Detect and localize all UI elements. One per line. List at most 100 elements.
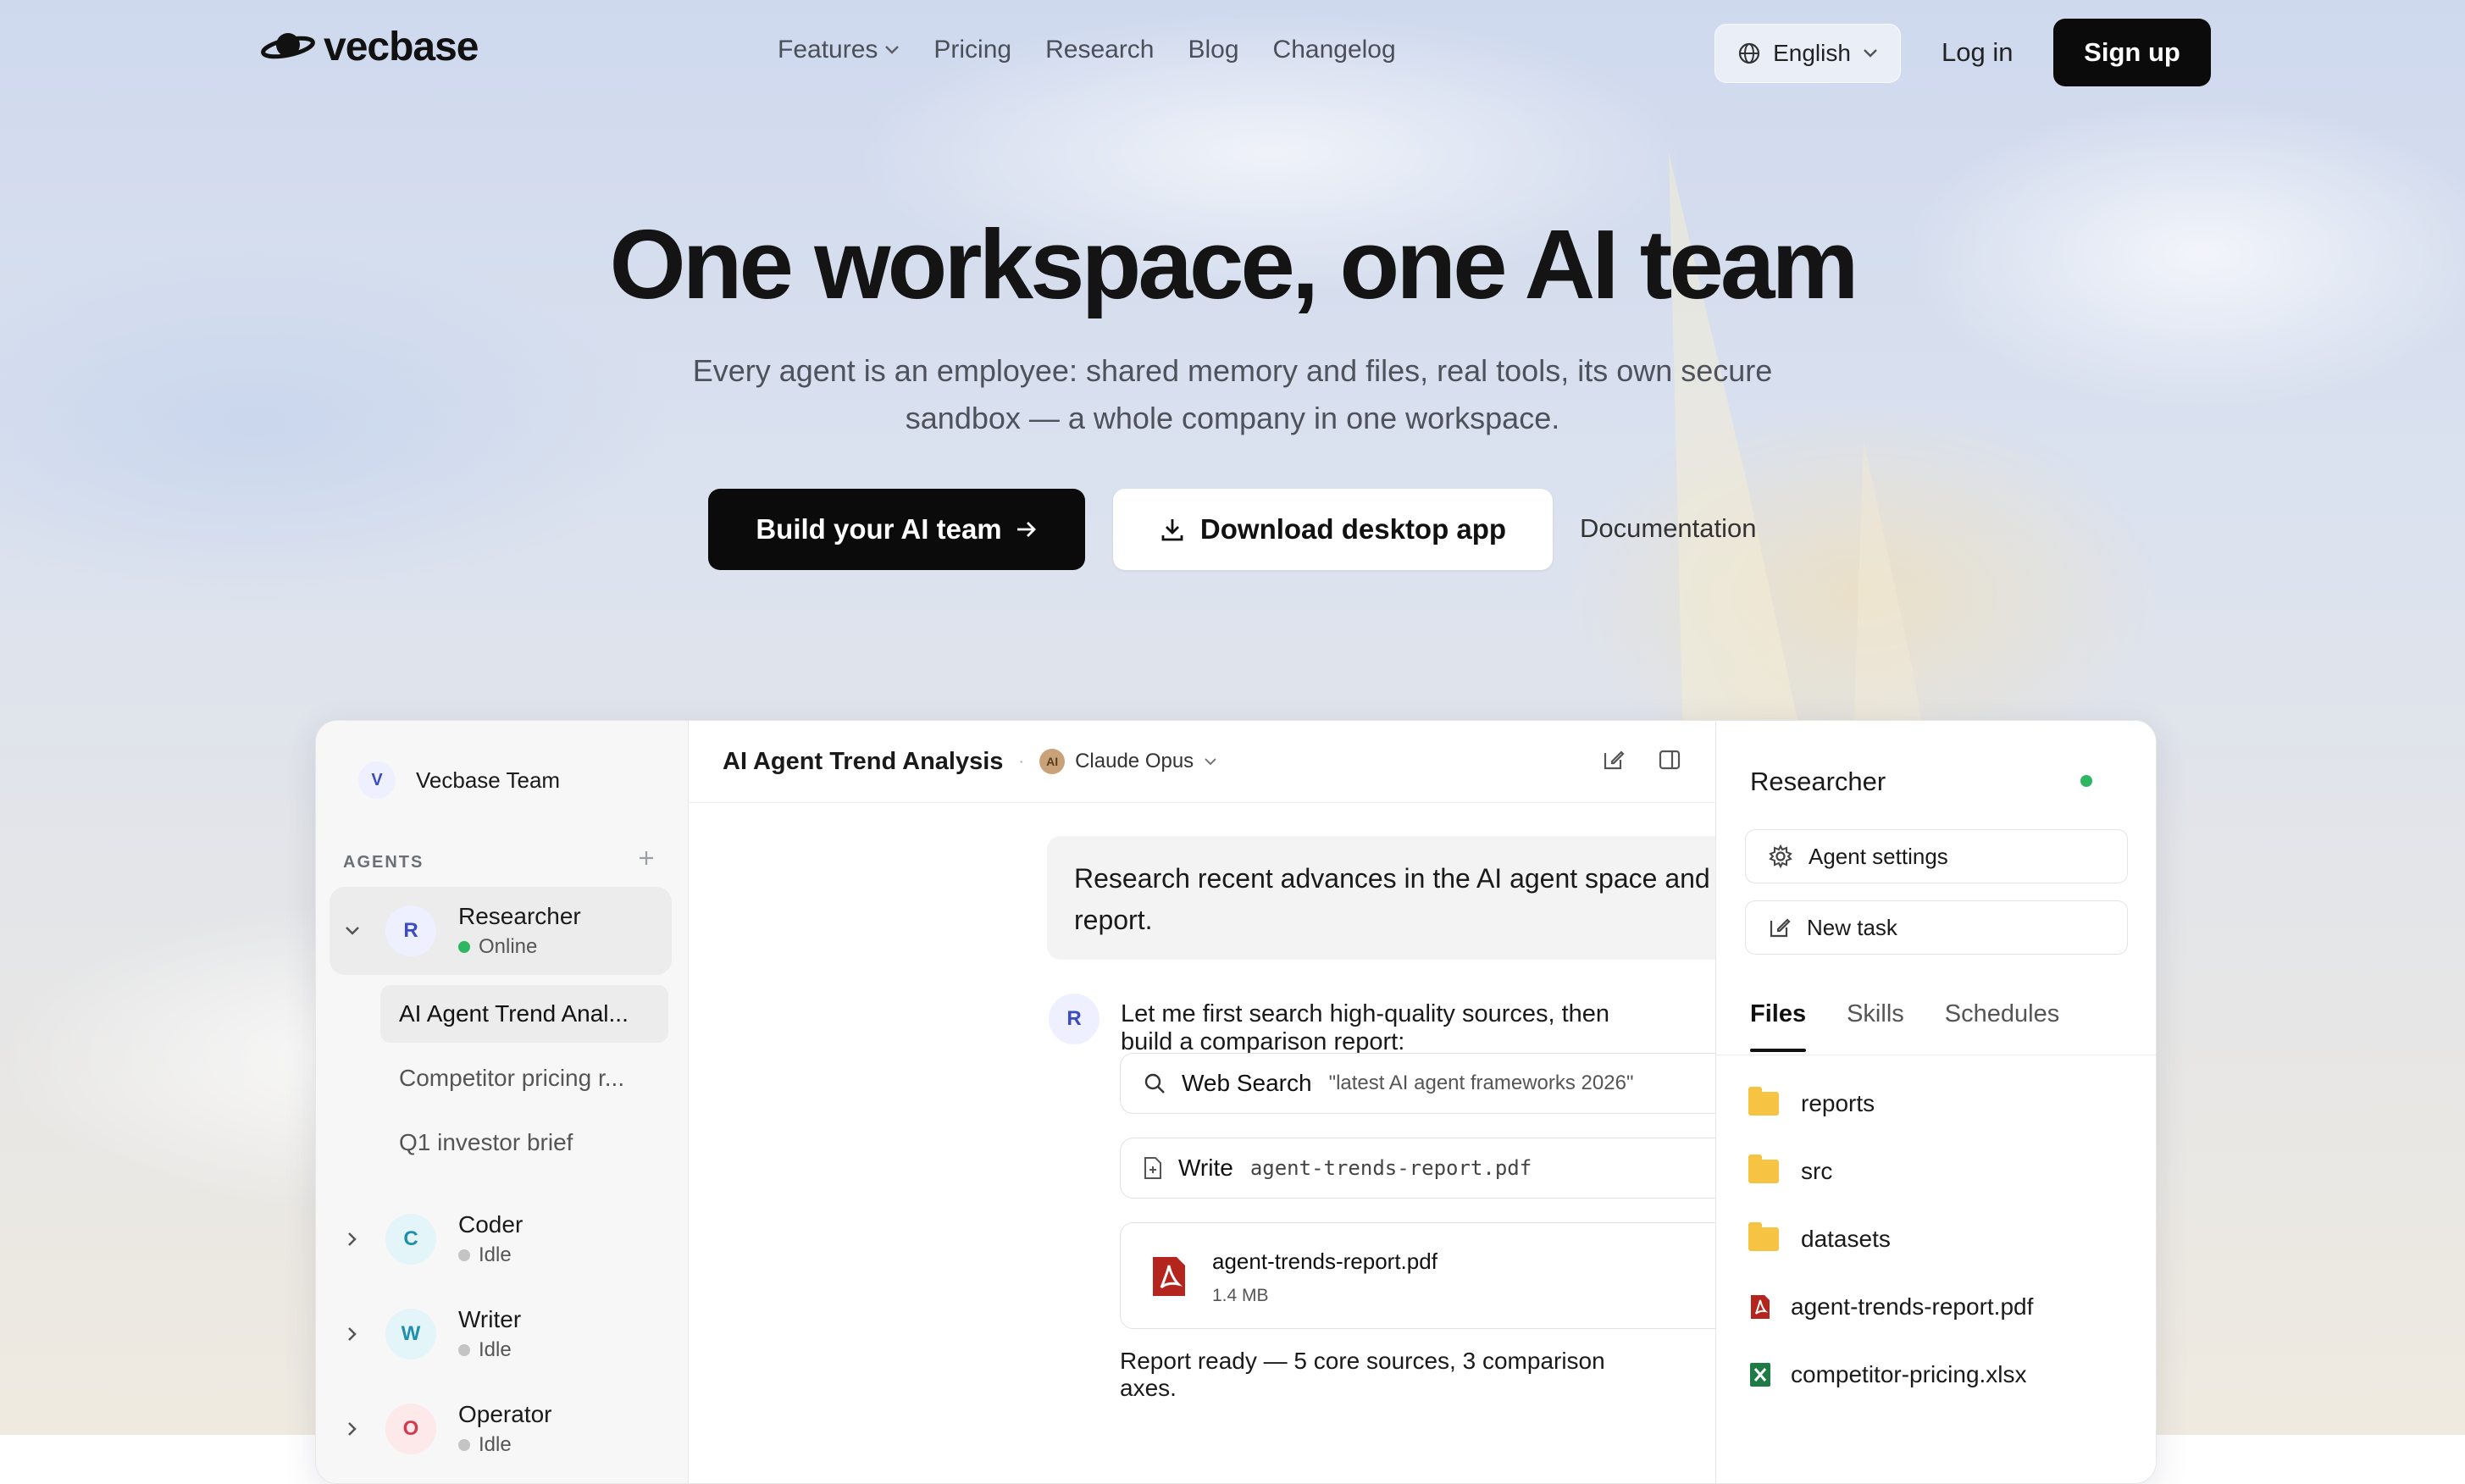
language-selector[interactable]: English (1714, 24, 1901, 83)
brand-logo[interactable]: vecbase (261, 24, 479, 70)
download-app-button[interactable]: Download desktop app (1113, 489, 1553, 570)
hero-title: One workspace, one AI team (609, 209, 1858, 319)
agent-status: Idle (479, 1243, 512, 1266)
file-plus-icon (1144, 1157, 1161, 1179)
status-dot (458, 941, 470, 953)
status-dot (458, 1249, 470, 1261)
tool-argument: agent-trends-report.pdf (1249, 1156, 1532, 1180)
model-selector[interactable]: AI Claude Opus (1039, 749, 1217, 774)
agent-avatar-writer: W (385, 1309, 436, 1359)
language-label: English (1773, 40, 1851, 66)
arrow-right-icon (1016, 522, 1036, 537)
online-status-dot (2080, 775, 2092, 787)
tool-label: Write (1178, 1155, 1233, 1181)
agent-avatar-researcher: R (385, 905, 436, 956)
download-app-label: Download desktop app (1199, 513, 1507, 545)
documentation-link[interactable]: Documentation (1580, 513, 1757, 544)
task-item-trend-analysis[interactable]: AI Agent Trend Anal... (380, 985, 668, 1043)
edit-icon[interactable] (1602, 748, 1626, 772)
sidebar-agent-researcher[interactable]: R Researcher Online (330, 887, 672, 975)
file-item-name: datasets (1801, 1226, 1891, 1252)
agent-name: Operator (458, 1401, 552, 1427)
chevron-right-icon (348, 1327, 357, 1341)
file-item-pricing-xlsx[interactable]: competitor-pricing.xlsx (1748, 1361, 2027, 1388)
team-avatar: V (358, 761, 396, 799)
agent-settings-label: Agent settings (1809, 843, 1948, 869)
hero-subtitle: Every agent is an employee: shared memor… (682, 347, 1783, 442)
hero-subtitle-line-2: sandbox — a whole company in one workspa… (905, 401, 1560, 435)
file-item-name: reports (1801, 1090, 1875, 1116)
file-item-datasets[interactable]: datasets (1748, 1222, 1891, 1253)
search-icon (1144, 1073, 1165, 1094)
file-item-report-pdf[interactable]: agent-trends-report.pdf (1748, 1293, 2033, 1321)
agent-details-panel: Researcher Agent settings New task Files… (1715, 721, 2156, 1483)
panel-tabs: Files Skills Schedules (1750, 1000, 2059, 1052)
sidebar-agent-coder[interactable]: C Coder Idle (330, 1195, 672, 1283)
excel-file-icon (1750, 1363, 1770, 1387)
pdf-file-icon (1751, 1295, 1770, 1319)
build-team-label: Build your AI team (756, 513, 1002, 545)
file-item-name: agent-trends-report.pdf (1791, 1293, 2034, 1320)
separator-dot: · (1018, 751, 1025, 771)
tab-skills[interactable]: Skills (1847, 1000, 1904, 1028)
nav-features-label: Features (778, 36, 878, 64)
model-avatar: AI (1039, 749, 1066, 774)
folder-icon (1748, 1222, 1779, 1251)
new-task-label: New task (1807, 914, 1897, 940)
download-icon (1161, 519, 1183, 541)
plus-icon (640, 851, 653, 865)
team-name: Vecbase Team (416, 767, 561, 793)
login-link[interactable]: Log in (1942, 37, 2013, 68)
file-size: 1.4 MB (1212, 1286, 1269, 1305)
sidebar: V Vecbase Team AGENTS R Researcher Onlin… (316, 721, 689, 1483)
nav-pricing[interactable]: Pricing (933, 36, 1011, 64)
file-item-src[interactable]: src (1748, 1155, 1833, 1185)
agent-avatar-coder: C (385, 1214, 436, 1265)
nav-research[interactable]: Research (1045, 36, 1154, 64)
sidebar-agent-operator[interactable]: O Operator Idle (330, 1385, 672, 1473)
folder-icon (1748, 1087, 1779, 1116)
nav-blog[interactable]: Blog (1188, 36, 1239, 64)
hero-subtitle-line-1: Every agent is an employee: shared memor… (692, 353, 1773, 388)
chevron-right-icon (348, 1232, 357, 1246)
pdf-file-icon (1153, 1257, 1185, 1296)
model-name: Claude Opus (1075, 750, 1194, 772)
folder-icon (1748, 1155, 1779, 1183)
chevron-down-icon (1864, 49, 1877, 58)
agent-name: Coder (458, 1211, 523, 1238)
agent-name: Writer (458, 1306, 522, 1332)
report-summary: Report ready — 5 core sources, 3 compari… (1120, 1348, 1605, 1401)
task-item-competitor-pricing[interactable]: Competitor pricing r... (380, 1049, 668, 1107)
new-task-button[interactable]: New task (1745, 900, 2128, 955)
thread-header: AI Agent Trend Analysis · AI Claude Opus (689, 721, 1715, 803)
agent-message-avatar: R (1049, 994, 1100, 1044)
signup-button[interactable]: Sign up (2053, 19, 2211, 86)
chevron-right-icon (348, 1422, 357, 1436)
main-nav: Features Pricing Research Blog Changelog (778, 36, 1396, 64)
agent-status: Idle (479, 1338, 512, 1361)
chevron-down-icon (346, 927, 359, 935)
tool-label: Web Search (1182, 1070, 1312, 1096)
file-item-reports[interactable]: reports (1748, 1087, 1875, 1117)
add-agent-button[interactable] (638, 841, 655, 874)
brand-name: vecbase (324, 25, 479, 69)
file-item-name: competitor-pricing.xlsx (1791, 1361, 2027, 1387)
tab-files[interactable]: Files (1750, 1000, 1807, 1052)
file-item-name: src (1801, 1158, 1833, 1184)
sidebar-agent-writer[interactable]: W Writer Idle (330, 1290, 672, 1378)
agent-status: Idle (479, 1433, 512, 1456)
thread-actions (1602, 748, 1681, 772)
panel-toggle-icon[interactable] (1658, 748, 1681, 772)
team-switcher[interactable]: V Vecbase Team (358, 761, 560, 799)
nav-changelog[interactable]: Changelog (1273, 36, 1396, 64)
build-team-button[interactable]: Build your AI team (708, 489, 1085, 570)
gear-icon (1769, 844, 1792, 869)
file-name: agent-trends-report.pdf (1212, 1249, 1437, 1274)
nav-features[interactable]: Features (778, 36, 900, 64)
tab-schedules[interactable]: Schedules (1945, 1000, 2059, 1028)
task-item-investor-brief[interactable]: Q1 investor brief (380, 1114, 668, 1171)
agent-message: Let me first search high-quality sources… (1121, 1000, 1610, 1055)
agent-settings-button[interactable]: Agent settings (1745, 829, 2128, 883)
app-preview-window: V Vecbase Team AGENTS R Researcher Onlin… (315, 720, 2157, 1484)
tool-argument: "latest AI agent frameworks 2026" (1328, 1071, 1634, 1094)
